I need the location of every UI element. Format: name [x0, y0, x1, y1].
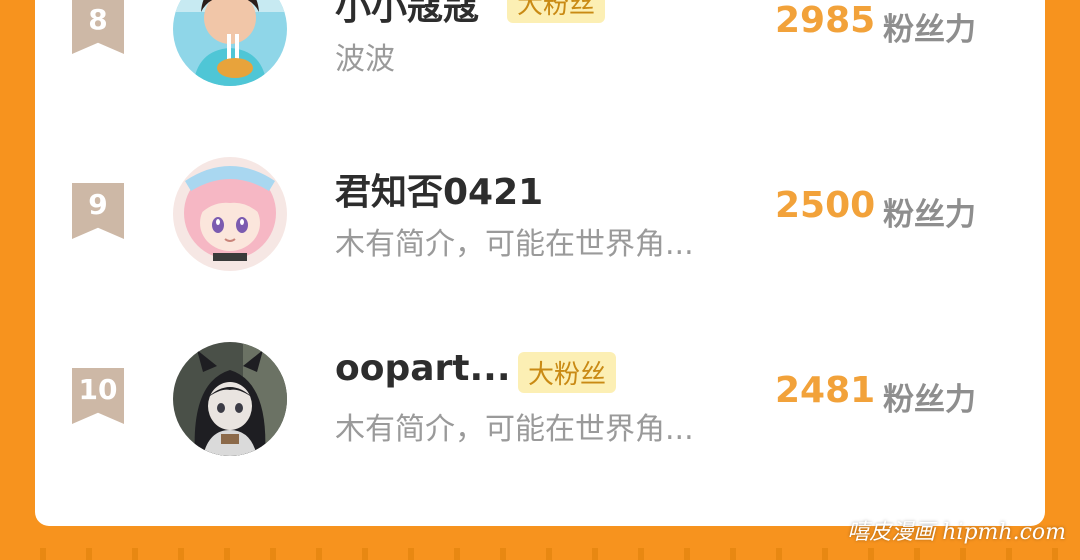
user-name[interactable]: 小小寇寇	[335, 0, 479, 30]
rank-ribbon-badge: 8	[72, 0, 124, 54]
user-avatar-photo-icon	[173, 0, 287, 86]
user-bio: 木有简介，可能在世界角...	[335, 227, 694, 262]
anime-pink-hair-avatar-icon	[173, 157, 287, 271]
site-watermark: 嘻皮漫画 hipmh.com	[847, 520, 1066, 545]
avatar[interactable]	[173, 0, 287, 86]
big-fan-badge: 大粉丝	[518, 352, 617, 393]
ranking-row[interactable]: 8 小小寇寇 大粉丝 波波 2985 粉丝力	[35, 0, 1045, 92]
ranking-row[interactable]: 9 君知否0421 木有简介，可能在世界角... 2500 粉丝力	[35, 157, 1045, 277]
user-bio: 木有简介，可能在世界角...	[335, 412, 694, 447]
user-name[interactable]: oopart...	[335, 348, 511, 389]
fan-power-label: 粉丝力	[883, 382, 976, 418]
fan-power-label: 粉丝力	[883, 12, 976, 48]
rank-ribbon-badge: 9	[72, 183, 124, 239]
user-bio: 波波	[335, 42, 395, 77]
rank-ribbon-badge: 10	[72, 368, 124, 424]
user-name[interactable]: 君知否0421	[335, 163, 543, 215]
anime-dark-hair-avatar-icon	[173, 342, 287, 456]
fan-power-label: 粉丝力	[883, 197, 976, 233]
fan-power-score: 2481	[775, 370, 876, 411]
fan-ranking-card: 8 小小寇寇 大粉丝 波波 2985 粉丝力 9 君知否0421 木有简介，可能…	[35, 0, 1045, 526]
avatar[interactable]	[173, 157, 287, 271]
fan-power-score: 2500	[775, 185, 876, 226]
fan-power-score: 2985	[775, 0, 876, 41]
big-fan-badge: 大粉丝	[507, 0, 606, 23]
avatar[interactable]	[173, 342, 287, 456]
bottom-decorative-stripe	[0, 548, 1080, 560]
ranking-row[interactable]: 10 oopart... 大粉丝 木有简介，可能在世界角... 2481 粉丝力	[35, 342, 1045, 462]
